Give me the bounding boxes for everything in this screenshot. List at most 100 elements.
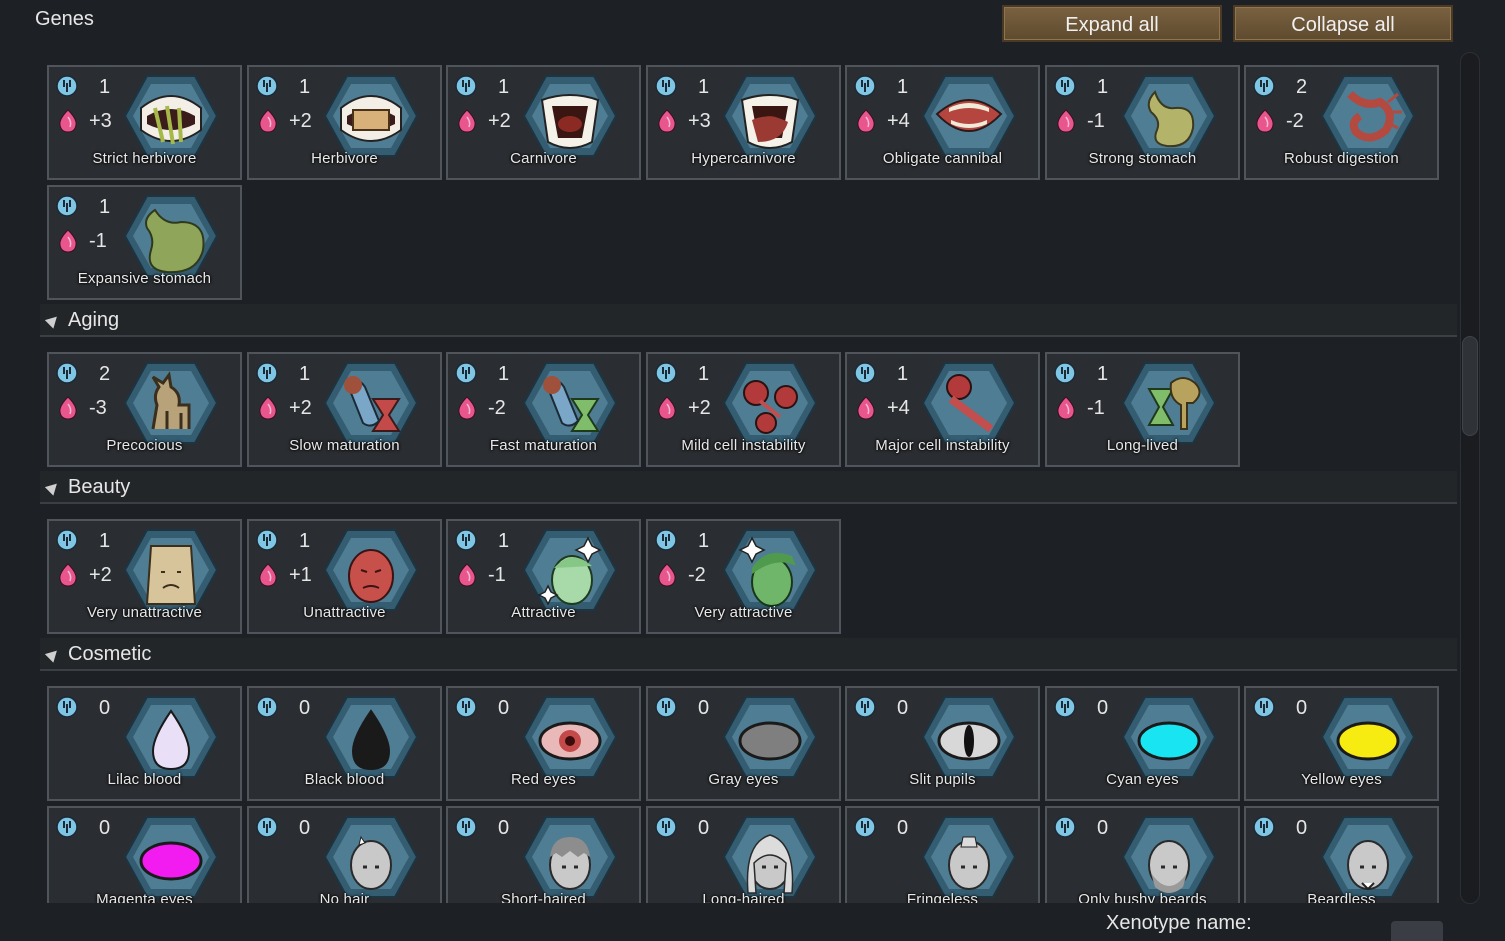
gene-label: Yellow eyes xyxy=(1301,771,1382,788)
complexity-icon xyxy=(854,696,876,718)
scrollbar-thumb[interactable] xyxy=(1462,336,1478,436)
complexity-value: 0 xyxy=(498,817,510,839)
complexity-icon xyxy=(256,75,278,97)
gene-card-attractive[interactable]: 1 -1 Attractive xyxy=(446,519,641,634)
complexity-value: 1 xyxy=(698,363,710,385)
open-mouth-icon xyxy=(921,72,1017,160)
metabolism-icon xyxy=(258,563,278,587)
gene-card-robust-digestion[interactable]: 2 -2 Robust digestion xyxy=(1244,65,1439,180)
gene-label: Fringeless xyxy=(906,891,979,903)
complexity-value: 1 xyxy=(299,76,311,98)
gene-label: Strict herbivore xyxy=(92,150,197,167)
gene-card-short-haired[interactable]: 0 Short-haired xyxy=(446,806,641,903)
complexity-value: 1 xyxy=(698,76,710,98)
category-label: Aging xyxy=(68,309,120,331)
short-hair-head-icon xyxy=(522,813,618,901)
gene-card-fast-maturation[interactable]: 1 -2 Fast maturation xyxy=(446,352,641,467)
gene-card-cyan-eyes[interactable]: 0 Cyan eyes xyxy=(1045,686,1240,801)
complexity-value: 1 xyxy=(1097,363,1109,385)
stomach-icon xyxy=(1121,72,1217,160)
metabolism-value: +3 xyxy=(89,110,112,132)
category-header-cosmetic[interactable]: Cosmetic xyxy=(40,638,1457,671)
metabolism-value: +2 xyxy=(688,397,711,419)
gene-card-slit-pupils[interactable]: 0 Slit pupils xyxy=(845,686,1040,801)
complexity-icon xyxy=(56,362,78,384)
gene-card-unattractive[interactable]: 1 +1 Unattractive xyxy=(247,519,442,634)
gene-card-gray-eyes[interactable]: 0 Gray eyes xyxy=(646,686,841,801)
gene-card-slow-maturation[interactable]: 1 +2 Slow maturation xyxy=(247,352,442,467)
metabolism-icon xyxy=(58,396,78,420)
gene-card-yellow-eyes[interactable]: 0 Yellow eyes xyxy=(1244,686,1439,801)
metabolism-icon xyxy=(58,229,78,253)
metabolism-value: -1 xyxy=(1087,397,1105,419)
gene-card-herbivore[interactable]: 1 +2 Herbivore xyxy=(247,65,442,180)
gene-label: Black blood xyxy=(304,771,385,788)
category-label: Cosmetic xyxy=(68,643,152,665)
gene-card-strict-herbivore[interactable]: 1 +3 Strict herbivore xyxy=(47,65,242,180)
fawn-icon xyxy=(123,359,219,447)
gene-card-only-bushy-beards[interactable]: 0 Only bushy beards xyxy=(1045,806,1240,903)
category-header-aging[interactable]: Aging xyxy=(40,304,1457,337)
complexity-icon xyxy=(56,816,78,838)
gene-label: Magenta eyes xyxy=(96,891,193,903)
metabolism-value: +2 xyxy=(289,110,312,132)
complexity-icon xyxy=(655,362,677,384)
gene-card-magenta-eyes[interactable]: 0 Magenta eyes xyxy=(47,806,242,903)
gene-card-long-haired[interactable]: 0 Long-haired xyxy=(646,806,841,903)
metabolism-value: -1 xyxy=(89,230,107,252)
gene-card-precocious[interactable]: 2 -3 Precocious xyxy=(47,352,242,467)
gene-label: Mild cell instability xyxy=(681,437,806,454)
complexity-icon xyxy=(1054,696,1076,718)
gene-card-strong-stomach[interactable]: 1 -1 Strong stomach xyxy=(1045,65,1240,180)
cyan-eye-icon xyxy=(1121,693,1217,781)
complexity-value: 0 xyxy=(299,817,311,839)
black-drop-icon xyxy=(323,693,419,781)
complexity-value: 1 xyxy=(498,76,510,98)
gene-card-major-cell-instability[interactable]: 1 +4 Major cell instability xyxy=(845,352,1040,467)
gene-card-red-eyes[interactable]: 0 Red eyes xyxy=(446,686,641,801)
collapse-all-button[interactable]: Collapse all xyxy=(1233,5,1453,42)
gene-label: Short-haired xyxy=(501,891,586,903)
metabolism-icon xyxy=(457,109,477,133)
gene-card-lilac-blood[interactable]: 0 Lilac blood xyxy=(47,686,242,801)
metabolism-icon xyxy=(1255,109,1275,133)
bald-head-icon xyxy=(323,813,419,901)
scrollbar-track[interactable] xyxy=(1460,52,1480,904)
gene-card-obligate-cannibal[interactable]: 1 +4 Obligate cannibal xyxy=(845,65,1040,180)
fringeless-head-icon xyxy=(921,813,1017,901)
complexity-icon xyxy=(1054,75,1076,97)
gene-card-beardless[interactable]: 0 Beardless xyxy=(1244,806,1439,903)
gene-card-long-lived[interactable]: 1 -1 Long-lived xyxy=(1045,352,1240,467)
metabolism-icon xyxy=(856,396,876,420)
gene-label: Long-lived xyxy=(1106,437,1179,454)
xenotype-name-label: Xenotype name: xyxy=(1106,912,1252,934)
gene-card-hypercarnivore[interactable]: 1 +3 Hypercarnivore xyxy=(646,65,841,180)
metabolism-value: +2 xyxy=(488,110,511,132)
sparkle-face-icon xyxy=(522,526,618,614)
gene-card-carnivore[interactable]: 1 +2 Carnivore xyxy=(446,65,641,180)
gene-card-very-unattractive[interactable]: 1 +2 Very unattractive xyxy=(47,519,242,634)
gene-label: Strong stomach xyxy=(1088,150,1197,167)
gene-card-no-hair[interactable]: 0 No hair xyxy=(247,806,442,903)
gene-card-fringeless[interactable]: 0 Fringeless xyxy=(845,806,1040,903)
gene-label: Gray eyes xyxy=(708,771,779,788)
complexity-icon xyxy=(1253,696,1275,718)
gene-card-black-blood[interactable]: 0 Black blood xyxy=(247,686,442,801)
lilac-drop-icon xyxy=(123,693,219,781)
gene-card-expansive-stomach[interactable]: 1 -1 Expansive stomach xyxy=(47,185,242,300)
gene-card-very-attractive[interactable]: 1 -2 Very attractive xyxy=(646,519,841,634)
complexity-icon xyxy=(256,696,278,718)
complexity-value: 0 xyxy=(299,697,311,719)
xenotype-randomize-button[interactable] xyxy=(1391,921,1443,941)
category-header-beauty[interactable]: Beauty xyxy=(40,471,1457,504)
expand-all-button[interactable]: Expand all xyxy=(1002,5,1222,42)
long-hair-head-icon xyxy=(722,813,818,901)
gene-label: Fast maturation xyxy=(489,437,598,454)
metabolism-icon xyxy=(1056,396,1076,420)
gene-label: Slow maturation xyxy=(289,437,400,454)
metabolism-icon xyxy=(58,109,78,133)
gene-label: Very attractive xyxy=(694,604,793,621)
gene-label: Hypercarnivore xyxy=(691,150,796,167)
gene-card-mild-cell-instability[interactable]: 1 +2 Mild cell instability xyxy=(646,352,841,467)
complexity-value: 2 xyxy=(1296,76,1308,98)
